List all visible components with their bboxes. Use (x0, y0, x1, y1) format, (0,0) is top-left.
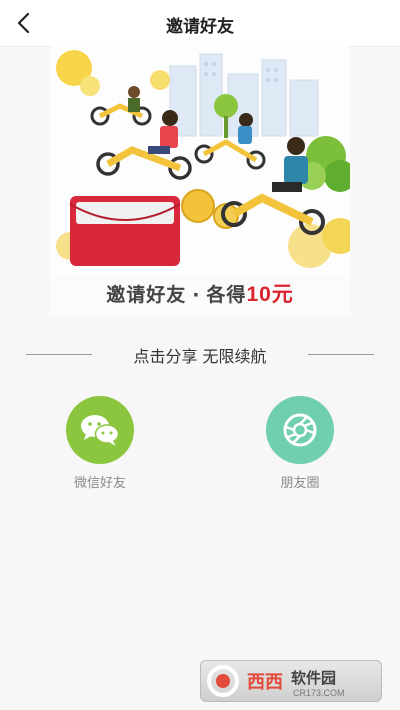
page-title: 邀请好友 (166, 17, 234, 37)
scooter-riders-illustration (50, 46, 350, 276)
share-moments-circle[interactable] (266, 396, 334, 464)
caption-dot: · (192, 284, 201, 306)
share-wechat-label: 微信好友 (73, 476, 126, 491)
watermark-graphic: 西西 软件园 CR173.COM (207, 665, 345, 698)
divider-right (308, 354, 374, 355)
svg-text:西西: 西西 (247, 672, 283, 693)
share-wechat-circle[interactable] (66, 396, 134, 464)
share-wechat-friends[interactable]: 微信好友 (60, 396, 140, 491)
caption-prefix: 各得 (206, 284, 247, 306)
moments-icon (283, 413, 317, 447)
share-moments[interactable]: 朋友圈 (260, 396, 340, 491)
reward-amount: 10元 (246, 283, 294, 306)
watermark-logo: 西西 软件园 CR173.COM (200, 660, 382, 702)
share-heading: 点击分享 无限续航 (133, 347, 267, 366)
svg-text:软件园: 软件园 (291, 669, 336, 687)
banner-caption: 邀请好友 · 各得10元 (50, 278, 350, 308)
wechat-icon (81, 415, 120, 446)
share-moments-label: 朋友圈 (280, 476, 320, 491)
navigation-bar: 邀请好友 (0, 0, 400, 47)
promo-banner: 邀请好友 · 各得10元 (50, 46, 350, 316)
svg-text:CR173.COM: CR173.COM (293, 688, 345, 698)
caption-main: 邀请好友 (106, 284, 187, 306)
